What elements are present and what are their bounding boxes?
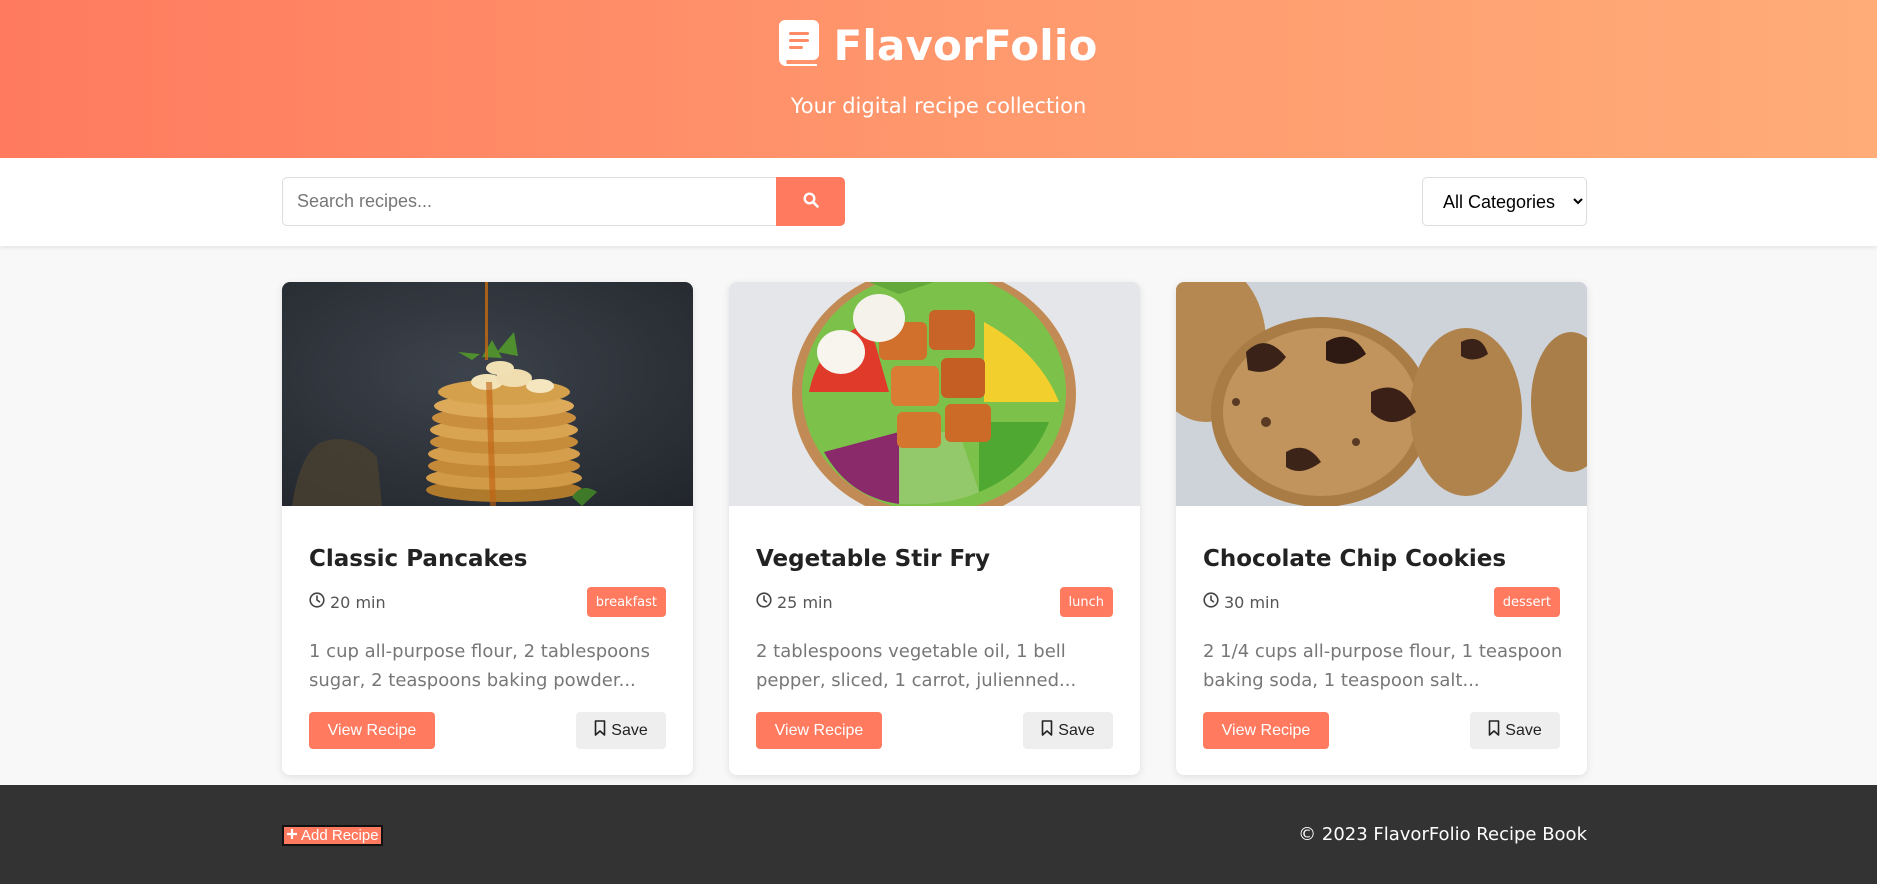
save-label: Save xyxy=(1505,721,1542,739)
recipe-card: Classic Pancakes 20 min breakfast 1 cup … xyxy=(282,282,693,775)
recipe-title: Vegetable Stir Fry xyxy=(756,546,991,572)
save-recipe-button[interactable]: Save xyxy=(576,712,666,749)
category-badge: lunch xyxy=(1059,587,1113,617)
search-toolbar: All Categories xyxy=(0,158,1877,246)
pancakes-image xyxy=(282,282,693,506)
add-recipe-label: Add Recipe xyxy=(301,827,379,844)
search-button[interactable] xyxy=(776,177,845,226)
clock-icon xyxy=(756,592,772,612)
site-tagline: Your digital recipe collection xyxy=(790,94,1087,118)
recipe-description: 1 cup all-purpose flour, 2 tablespoons s… xyxy=(309,641,650,691)
bookmark-icon xyxy=(1488,720,1500,741)
recipe-description: 2 1/4 cups all-purpose flour, 1 teaspoon… xyxy=(1203,641,1563,691)
stir-fry-image xyxy=(729,282,1140,506)
copyright-text: © 2023 FlavorFolio Recipe Book xyxy=(1298,824,1587,845)
view-recipe-button[interactable]: View Recipe xyxy=(1203,712,1329,749)
category-select[interactable]: All Categories xyxy=(1422,177,1587,226)
add-recipe-button[interactable]: Add Recipe xyxy=(282,825,383,846)
cookies-image xyxy=(1176,282,1587,506)
save-label: Save xyxy=(1058,721,1095,739)
bookmark-icon xyxy=(594,720,606,741)
brand: FlavorFolio xyxy=(0,20,1877,70)
save-recipe-button[interactable]: Save xyxy=(1023,712,1113,749)
recipe-time-label: 25 min xyxy=(777,592,833,612)
recipe-card: Vegetable Stir Fry 25 min lunch 2 tables… xyxy=(729,282,1140,775)
search-icon xyxy=(802,192,819,211)
clock-icon xyxy=(1203,592,1219,612)
recipe-time-label: 30 min xyxy=(1224,592,1280,612)
clock-icon xyxy=(309,592,325,612)
recipe-title: Chocolate Chip Cookies xyxy=(1203,546,1507,572)
category-badge: dessert xyxy=(1493,587,1560,617)
site-header: FlavorFolio Your digital recipe collecti… xyxy=(0,0,1877,158)
view-recipe-button[interactable]: View Recipe xyxy=(309,712,435,749)
recipe-time: 25 min xyxy=(756,592,833,612)
save-recipe-button[interactable]: Save xyxy=(1470,712,1560,749)
recipe-time: 30 min xyxy=(1203,592,1280,612)
recipe-time-label: 20 min xyxy=(330,592,386,612)
view-recipe-button[interactable]: View Recipe xyxy=(756,712,882,749)
category-badge: breakfast xyxy=(586,587,666,617)
plus-icon xyxy=(286,827,298,844)
site-title: FlavorFolio xyxy=(833,20,1098,70)
recipe-book-icon xyxy=(779,20,820,70)
recipe-description: 2 tablespoons vegetable oil, 1 bell pepp… xyxy=(756,641,1077,691)
recipe-title: Classic Pancakes xyxy=(309,546,528,572)
site-footer: Add Recipe © 2023 FlavorFolio Recipe Boo… xyxy=(0,785,1877,884)
bookmark-icon xyxy=(1041,720,1053,741)
save-label: Save xyxy=(611,721,648,739)
recipe-card: Chocolate Chip Cookies 30 min dessert 2 … xyxy=(1176,282,1587,775)
recipe-time: 20 min xyxy=(309,592,386,612)
search-input[interactable] xyxy=(282,177,776,226)
